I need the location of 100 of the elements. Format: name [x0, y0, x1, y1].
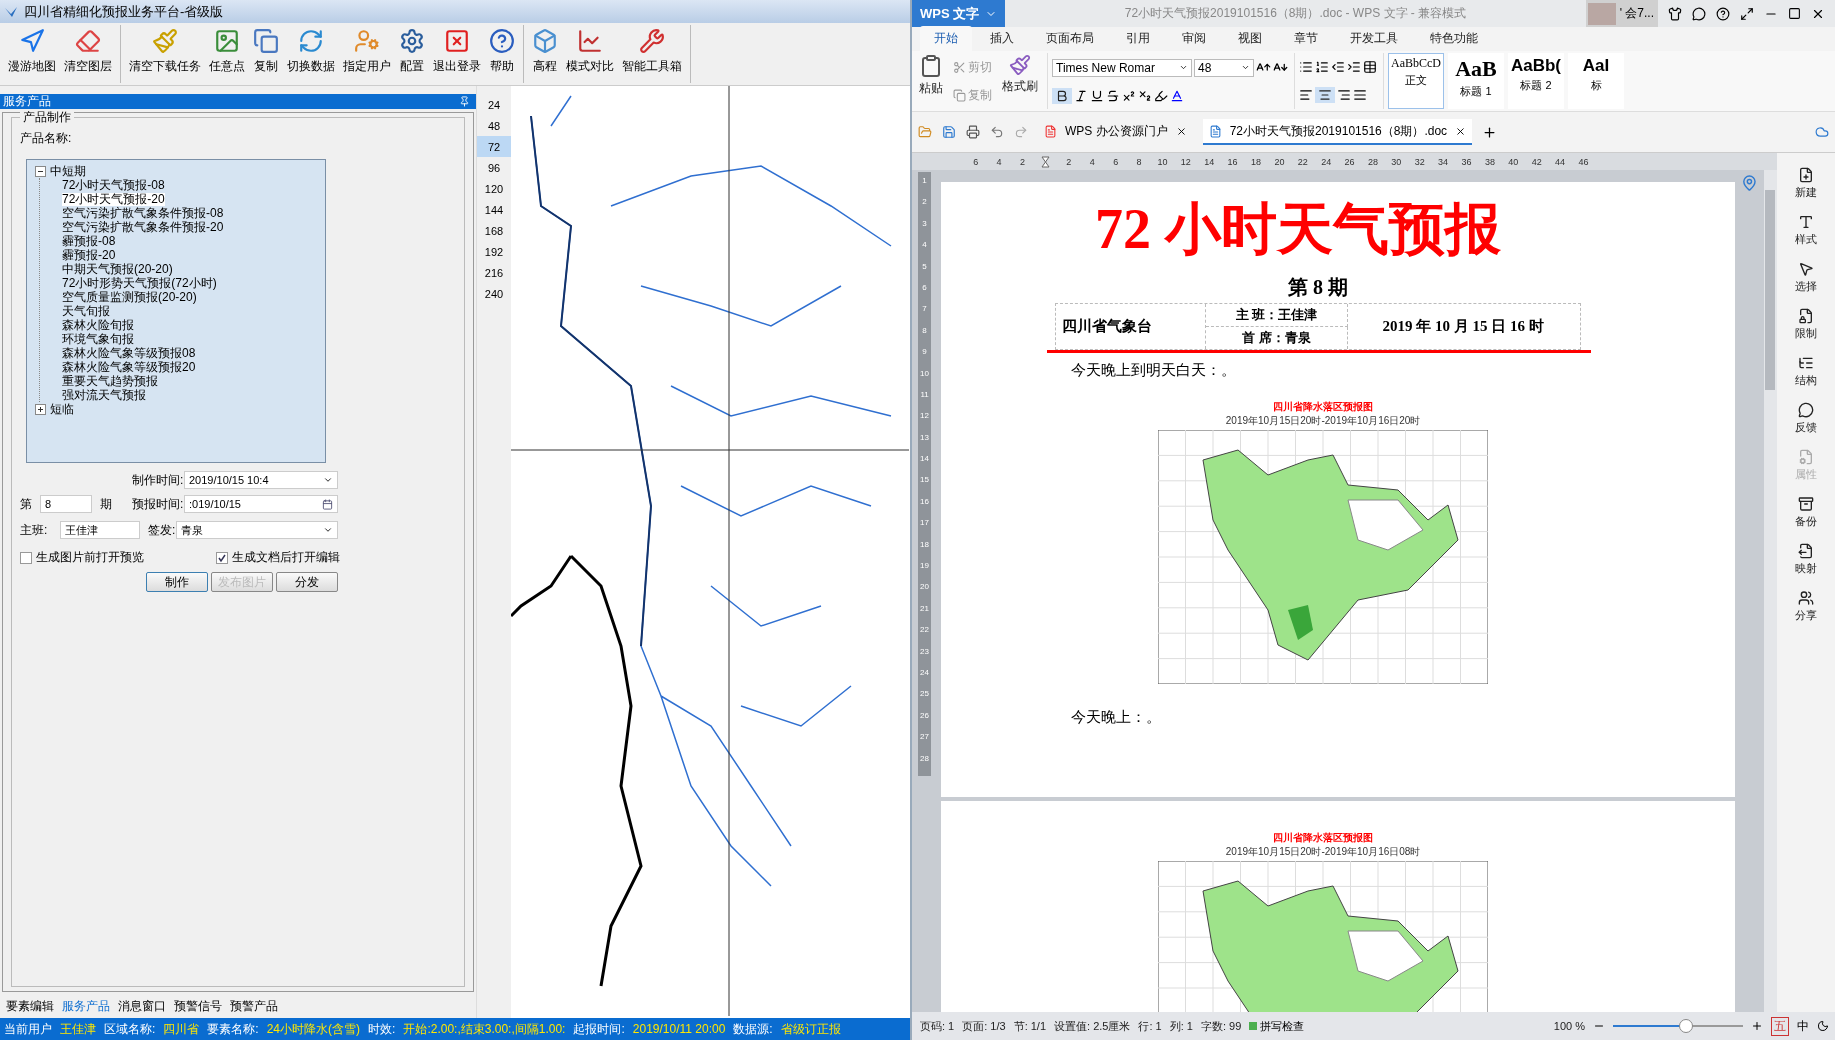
document-tab[interactable]: WPS 办公资源门户	[1038, 119, 1193, 145]
tree-item[interactable]: 森林火险气象等级预报20	[62, 360, 196, 374]
font-size-field[interactable]: 48	[1194, 58, 1254, 77]
ribbon-tab[interactable]: 开发工具	[1336, 26, 1412, 51]
chat-icon[interactable]	[1692, 6, 1706, 21]
toolbar-button[interactable]: 任意点	[205, 25, 249, 83]
strikethrough-icon[interactable]	[1106, 88, 1120, 103]
ime-indicator[interactable]: 中	[1797, 1017, 1809, 1035]
zoom-slider-thumb[interactable]	[1678, 1019, 1693, 1033]
tree-item[interactable]: 短临	[50, 402, 74, 416]
toolbar-button[interactable]: 配置	[395, 25, 429, 83]
skin-icon[interactable]	[1668, 6, 1682, 21]
help-icon[interactable]	[1716, 6, 1730, 21]
action-button[interactable]: 分发	[276, 572, 338, 592]
lead-time-item[interactable]: 72	[477, 136, 511, 157]
ribbon-tab[interactable]: 章节	[1280, 26, 1332, 51]
checkbox[interactable]	[20, 551, 32, 564]
style-preset[interactable]: AaBbCcD 正文	[1388, 53, 1444, 109]
font-name-field[interactable]: Times New Romar	[1052, 58, 1192, 77]
ribbon-tab[interactable]: 审阅	[1168, 26, 1220, 51]
lead-time-item[interactable]: 96	[477, 157, 511, 178]
lead-time-item[interactable]: 216	[477, 262, 511, 283]
user-area[interactable]: ' 会7...	[1585, 0, 1658, 27]
expand-icon[interactable]	[35, 403, 46, 415]
toolbar-button[interactable]: 复制	[249, 25, 283, 83]
tree-item[interactable]: 72小时形势天气预报(72小时)	[62, 276, 217, 290]
tree-item[interactable]: 重要天气趋势预报	[62, 374, 158, 388]
sidebar-button[interactable]: 选择	[1795, 261, 1817, 294]
tree-item[interactable]: 森林火险旬报	[62, 318, 134, 332]
tree-item[interactable]: 72小时天气预报-20	[62, 192, 165, 206]
superscript-icon[interactable]	[1122, 88, 1136, 103]
toolbar-button[interactable]: 退出登录	[429, 25, 485, 83]
tree-item[interactable]: 中短期	[50, 164, 86, 178]
tree-item[interactable]: 空气污染扩散气象条件预报-20	[62, 220, 224, 234]
tree-item[interactable]: 森林火险气象等级预报08	[62, 346, 196, 360]
ribbon-tab[interactable]: 引用	[1112, 26, 1164, 51]
ribbon-tab[interactable]: 特色功能	[1416, 26, 1492, 51]
date-field[interactable]: :019/10/15	[184, 495, 338, 513]
style-preset[interactable]: AaI 标	[1568, 53, 1624, 109]
justify-icon[interactable]	[1353, 87, 1367, 102]
tree-item[interactable]: 空气质量监测预报(20-20)	[62, 290, 197, 304]
lead-time-item[interactable]: 144	[477, 199, 511, 220]
tree-item[interactable]: 强对流天气预报	[62, 388, 146, 402]
sidebar-button[interactable]: 结构	[1795, 355, 1817, 388]
toolbar-button[interactable]: 切换数据	[283, 25, 339, 83]
tree-item[interactable]: 环境气象旬报	[62, 332, 134, 346]
location-icon[interactable]	[1741, 174, 1758, 192]
ribbon-tab[interactable]: 开始	[920, 26, 972, 51]
checkbox[interactable]	[216, 551, 228, 564]
align-center-button[interactable]	[1315, 86, 1335, 103]
ime-indicator[interactable]: 五	[1771, 1016, 1789, 1036]
dropdown-field[interactable]: 青泉	[176, 521, 338, 539]
document-tab[interactable]: 72小时天气预报2019101516（8期）.doc	[1202, 119, 1473, 145]
paste-button[interactable]: 粘贴	[916, 53, 946, 109]
sidebar-button[interactable]: 反馈	[1795, 402, 1817, 435]
table-icon[interactable]	[1363, 59, 1377, 74]
bottom-tab[interactable]: 服务产品	[62, 998, 110, 1012]
save-icon[interactable]	[942, 125, 956, 139]
toolbar-button[interactable]: 清空图层	[60, 25, 116, 83]
lead-time-item[interactable]: 24	[477, 94, 511, 115]
tree-item[interactable]: 中期天气预报(20-20)	[62, 262, 173, 276]
ribbon-tab[interactable]: 页面布局	[1032, 26, 1108, 51]
fullscreen-icon[interactable]	[1740, 6, 1754, 21]
sidebar-button[interactable]: 限制	[1795, 308, 1817, 341]
align-left-icon[interactable]	[1299, 87, 1313, 102]
bottom-tab[interactable]: 要素编辑	[6, 998, 54, 1012]
style-preset[interactable]: AaB 标题 1	[1448, 53, 1504, 109]
lead-time-item[interactable]: 192	[477, 241, 511, 262]
ribbon-tab[interactable]: 插入	[976, 26, 1028, 51]
underline-icon[interactable]	[1090, 88, 1104, 103]
tree-item[interactable]: 霾预报-08	[62, 234, 116, 248]
outdent-icon[interactable]	[1331, 59, 1345, 74]
subscript-icon[interactable]	[1138, 88, 1152, 103]
format-painter-button[interactable]: 格式刷	[999, 53, 1041, 109]
toolbar-button[interactable]: 高程	[528, 25, 562, 83]
lead-time-item[interactable]: 120	[477, 178, 511, 199]
toolbar-button[interactable]: 模式对比	[562, 25, 618, 83]
sidebar-button[interactable]: 映射	[1795, 543, 1817, 576]
tree-item[interactable]: 霾预报-20	[62, 248, 116, 262]
toolbar-button[interactable]: 指定用户	[339, 25, 395, 83]
lead-time-item[interactable]: 168	[477, 220, 511, 241]
style-preset[interactable]: AaBb( 标题 2	[1508, 53, 1564, 109]
align-right-icon[interactable]	[1337, 87, 1351, 102]
pin-icon[interactable]	[459, 96, 470, 107]
folder-icon[interactable]	[918, 125, 932, 139]
font-color-icon[interactable]	[1170, 88, 1184, 103]
tree-item[interactable]: 空气污染扩散气象条件预报-08	[62, 206, 224, 220]
bullet-list-icon[interactable]	[1299, 59, 1313, 74]
numbered-list-icon[interactable]	[1315, 59, 1329, 74]
moon-icon[interactable]	[1817, 1020, 1829, 1032]
sidebar-button[interactable]: 样式	[1795, 214, 1817, 247]
text-field[interactable]: 王佳津	[60, 521, 140, 539]
highlighter-icon[interactable]	[1154, 88, 1168, 103]
bottom-tab[interactable]: 消息窗口	[118, 998, 166, 1012]
tree-item[interactable]: 天气旬报	[62, 304, 110, 318]
cloud-icon[interactable]	[1815, 125, 1829, 139]
indent-icon[interactable]	[1347, 59, 1361, 74]
italic-icon[interactable]	[1074, 88, 1088, 103]
lead-time-item[interactable]: 48	[477, 115, 511, 136]
spell-check-button[interactable]: 拼写检查	[1249, 1018, 1305, 1034]
